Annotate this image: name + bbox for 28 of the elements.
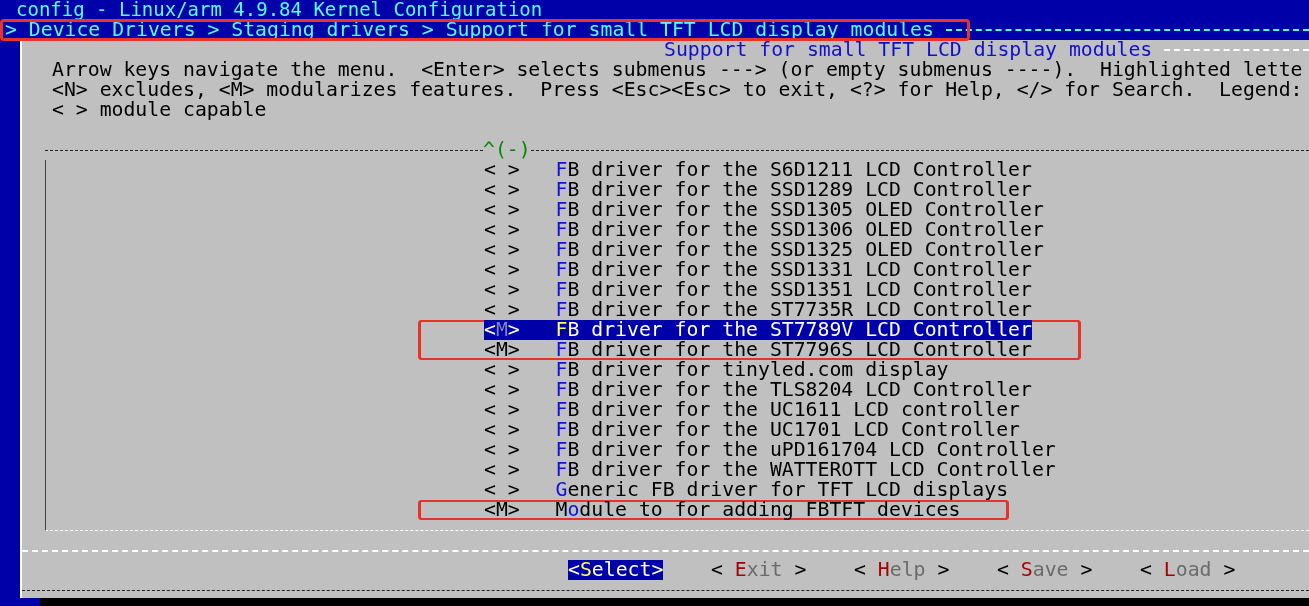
menu-item[interactable]: < > FB driver for the SSD1305 OLED Controller xyxy=(418,200,1044,220)
dialog-title: Support for small TFT LCD display modules xyxy=(664,40,1153,60)
menu-item[interactable]: < > FB driver for tinyled.com display xyxy=(418,360,949,380)
menu-item[interactable]: < > FB driver for the SSD1289 LCD Controller xyxy=(418,180,1032,200)
menu-item[interactable]: < > FB driver for the SSD1325 OLED Controller xyxy=(418,240,1044,260)
menu-item[interactable]: < > FB driver for the SSD1331 LCD Controller xyxy=(418,260,1032,280)
menu-item[interactable]: <M> FB driver for the ST7796S LCD Controller xyxy=(418,340,1081,360)
dialog-button[interactable]: < Help > xyxy=(854,560,950,580)
dialog-button[interactable]: < Load > xyxy=(1140,560,1236,580)
dialog-button[interactable]: < Exit > xyxy=(711,560,807,580)
dialog-button[interactable]: < Save > xyxy=(997,560,1093,580)
menu-item[interactable]: < > FB driver for the WATTEROTT LCD Controller xyxy=(418,460,1056,480)
menu-item[interactable]: < > FB driver for the uPD161704 LCD Controller xyxy=(418,440,1056,460)
menu-item[interactable]: < > Generic FB driver for TFT LCD displays xyxy=(418,480,1009,500)
menu-item[interactable]: < > FB driver for the SSD1351 LCD Controller xyxy=(418,280,1032,300)
scroll-indicator: ^(-) xyxy=(483,140,531,160)
window-title: config - Linux/arm 4.9.84 Kernel Configuration xyxy=(16,0,543,19)
menu-item[interactable]: < > FB driver for the S6D1211 LCD Controller xyxy=(418,160,1032,180)
menu-item[interactable]: < > FB driver for the UC1701 LCD Controller xyxy=(418,420,1020,440)
menu-item[interactable]: < > FB driver for the SSD1306 OLED Controller xyxy=(418,220,1044,240)
help-text: < > module capable xyxy=(52,100,268,120)
menu-item[interactable]: < > FB driver for the UC1611 LCD controller xyxy=(418,400,1020,420)
menu-item[interactable]: < > FB driver for the ST7735R LCD Controller xyxy=(418,300,1032,320)
menu-item[interactable]: < > FB driver for the TLS8204 LCD Controller xyxy=(418,380,1032,400)
help-text: Arrow keys navigate the menu. <Enter> selects submenus ---> (or empty submenus ----). Highlighted lette xyxy=(52,60,1304,80)
menu-item[interactable]: <M> Module to for adding FBTFT devices xyxy=(418,500,1009,520)
help-text: <N> excludes, <M> modularizes features. Press <Esc><Esc> to exit, <?> for Help, </> for Search. Legend: xyxy=(52,80,1304,100)
dialog-button[interactable]: <Select> xyxy=(568,560,664,580)
